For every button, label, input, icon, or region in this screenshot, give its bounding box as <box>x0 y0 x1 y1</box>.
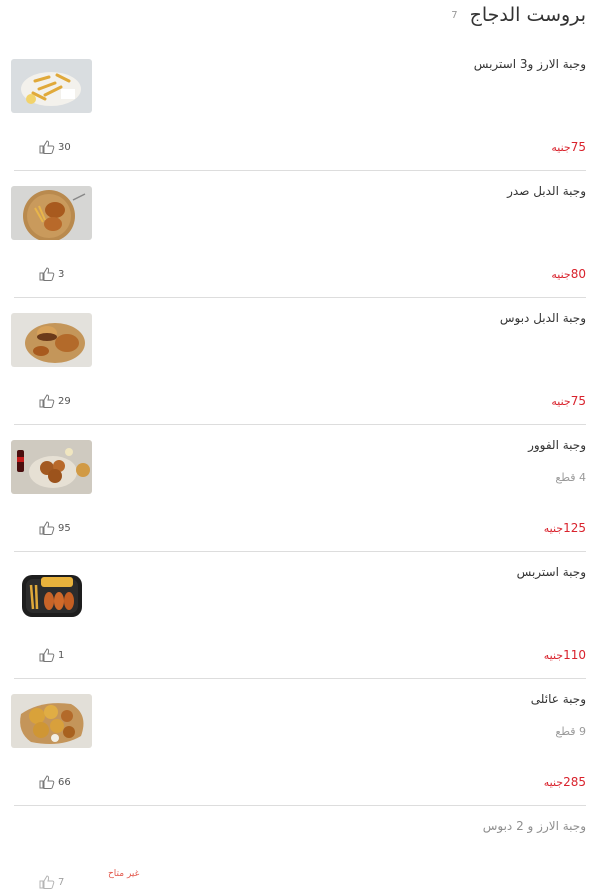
item-price: 285جنيه <box>543 775 586 789</box>
menu-item[interactable]: وجبة الارز و3 استربس 75جنيه 30 <box>11 44 586 171</box>
item-price: 110جنيه <box>543 648 586 662</box>
item-pieces: 4 قطع <box>555 471 586 484</box>
category-title: بروست الدجاج <box>469 4 586 26</box>
thumbs-up-icon <box>39 521 55 535</box>
item-name: وجبة الدبل دبوس <box>499 311 586 325</box>
item-name: وجبة عائلى <box>530 692 586 706</box>
family-board-icon[interactable] <box>11 694 92 748</box>
item-name: وجبة استربس <box>516 565 586 579</box>
thumbs-up-icon <box>39 394 55 408</box>
box-strips-icon[interactable] <box>11 567 92 621</box>
menu-item[interactable]: وجبة الدبل دبوس 75جنيه 29 <box>11 298 586 425</box>
thumbs-up-icon <box>39 140 55 154</box>
item-name: وجبة الدبل صدر <box>507 184 586 198</box>
item-price: 80جنيه <box>551 267 586 281</box>
like-button[interactable]: 95 <box>39 521 71 535</box>
platter-drink-icon[interactable] <box>11 440 92 494</box>
item-price: 75جنيه <box>551 394 586 408</box>
like-button[interactable]: 7 <box>39 875 64 889</box>
menu-item[interactable]: وجبة الفوور 4 قطع 125جنيه 95 <box>11 425 586 552</box>
like-count: 29 <box>58 395 71 407</box>
thumbs-up-icon <box>39 875 55 889</box>
like-count: 1 <box>58 649 65 661</box>
like-button[interactable]: 30 <box>39 140 71 154</box>
item-name: وجبة الارز و3 استربس <box>473 57 586 71</box>
item-price: 75جنيه <box>551 140 586 154</box>
menu-item[interactable]: وجبة استربس 110جنيه 1 <box>11 552 586 679</box>
like-button[interactable]: 3 <box>39 267 64 281</box>
like-count: 30 <box>58 141 71 153</box>
unavailable-label: غير متاح <box>108 869 140 879</box>
like-button[interactable]: 66 <box>39 775 71 789</box>
category-header: بروست الدجاج 7 <box>451 0 586 30</box>
like-button[interactable]: 29 <box>39 394 71 408</box>
thumbs-up-icon <box>39 648 55 662</box>
menu-item[interactable]: وجبة الدبل صدر 80جنيه 3 <box>11 171 586 298</box>
category-count: 7 <box>451 9 458 21</box>
menu-list: وجبة الارز و3 استربس 75جنيه 30 وجبة الدب… <box>11 44 586 895</box>
item-name: وجبة الارز و 2 دبوس <box>482 819 586 833</box>
like-button[interactable]: 1 <box>39 648 64 662</box>
item-pieces: 9 قطع <box>555 725 586 738</box>
item-price: 125جنيه <box>543 521 586 535</box>
wood-board-chicken-icon[interactable] <box>11 186 92 240</box>
thumbs-up-icon <box>39 267 55 281</box>
burger-board-icon[interactable] <box>11 313 92 367</box>
thumbs-up-icon <box>39 775 55 789</box>
like-count: 3 <box>58 268 65 280</box>
menu-item[interactable]: وجبة عائلى 9 قطع 285جنيه 66 <box>11 679 586 806</box>
like-count: 66 <box>58 776 71 788</box>
menu-item-unavailable[interactable]: وجبة الارز و 2 دبوس غير متاح 70جنيه 7 <box>14 806 586 895</box>
item-name: وجبة الفوور <box>528 438 586 452</box>
like-count: 95 <box>58 522 71 534</box>
plate-fries-icon[interactable] <box>11 59 92 113</box>
like-count: 7 <box>58 876 65 888</box>
